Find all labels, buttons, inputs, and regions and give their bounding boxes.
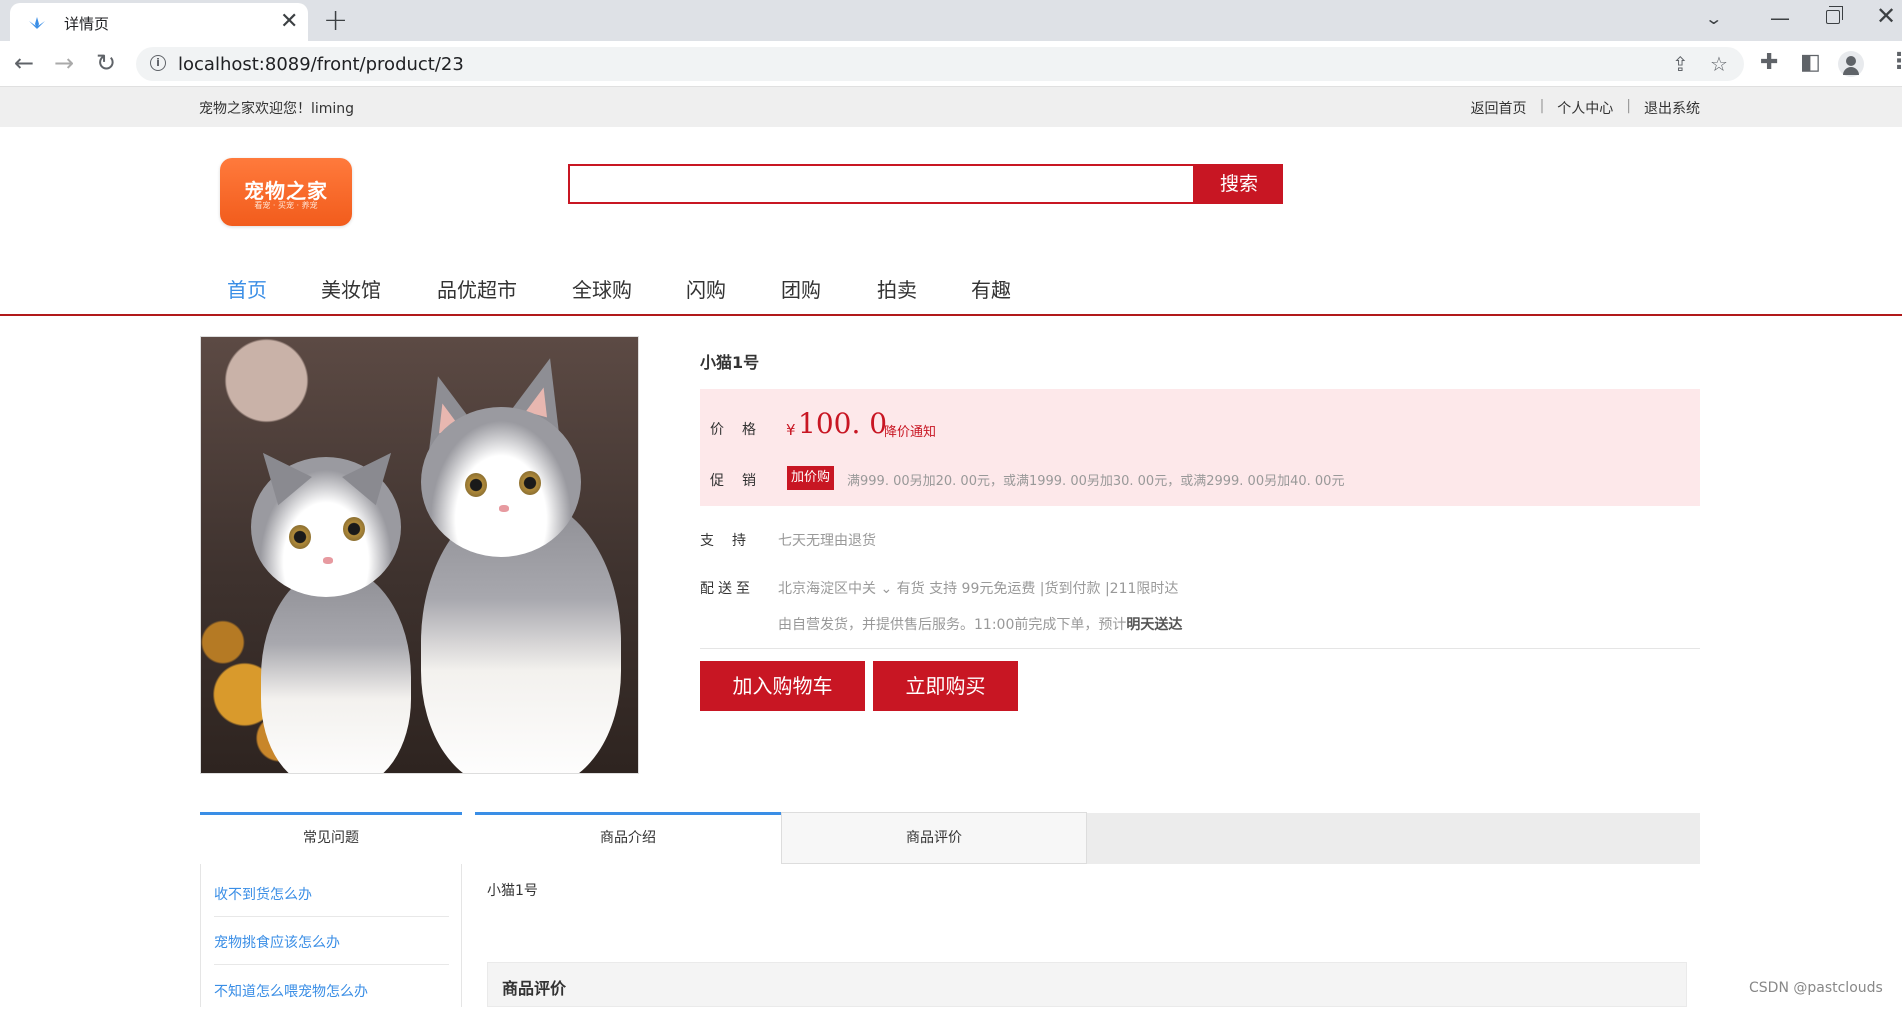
bookmark-star-icon[interactable]: ☆ <box>1710 52 1728 76</box>
new-tab-button[interactable]: + <box>323 4 348 38</box>
tab-title: 详情页 <box>64 15 110 33</box>
product-intro-text: 小猫1号 <box>487 883 538 899</box>
separator: | <box>1626 98 1631 114</box>
nav-item-home[interactable]: 首页 <box>227 274 267 303</box>
promo-tag: 加价购 <box>787 466 835 490</box>
support-label: 支持 <box>700 533 764 549</box>
site-topbar: 宠物之家欢迎您！liming 返回首页 | 个人中心 | 退出系统 <box>0 87 1902 127</box>
welcome-text: 宠物之家欢迎您！liming <box>199 101 355 117</box>
site-logo[interactable]: 宠物之家 看宠 · 买宠 · 养宠 <box>220 158 352 226</box>
forward-arrow-icon[interactable]: → <box>54 49 74 77</box>
site-favicon-icon <box>29 17 45 29</box>
faq-item[interactable]: 不知道怎么喂宠物怎么办 <box>214 981 449 1013</box>
add-to-cart-button[interactable]: 加入购物车 <box>700 661 865 711</box>
support-value: 七天无理由退货 <box>778 533 876 549</box>
browser-menu-icon[interactable]: ⋮ <box>1888 49 1902 74</box>
promo-label: 促销 <box>710 473 774 489</box>
logo-subtext: 看宠 · 买宠 · 养宠 <box>254 201 318 210</box>
nav-item-auction[interactable]: 拍卖 <box>877 274 917 303</box>
promo-text: 满999. 00另加20. 00元，或满1999. 00另加30. 00元，或满… <box>847 474 1345 489</box>
delivery-note-highlight: 明天送达 <box>1126 617 1183 633</box>
browser-tab[interactable]: 详情页 ✕ <box>10 3 308 41</box>
currency-symbol: ¥ <box>786 421 796 439</box>
search-input[interactable] <box>568 164 1195 204</box>
search-button[interactable]: 搜索 <box>1195 164 1283 204</box>
close-window-button[interactable]: ✕ <box>1876 2 1896 30</box>
price-label: 价格 <box>710 422 774 438</box>
faq-item[interactable]: 宠物挑食应该怎么办 <box>214 932 449 965</box>
tab-search-chevron-icon[interactable]: ⌄ <box>1704 9 1723 28</box>
product-price: 100. 0 <box>798 407 888 440</box>
minimize-button[interactable]: — <box>1770 6 1790 30</box>
tab-close-icon[interactable]: ✕ <box>280 9 298 35</box>
nav-item-supermarket[interactable]: 品优超市 <box>437 274 517 303</box>
browser-toolbar: ← → ↻ i localhost:8089/front/product/23 … <box>0 41 1902 87</box>
delivery-note: 由自营发货，并提供售后服务。11:00前完成下单，预计明天送达 <box>778 614 1182 634</box>
reviews-title: 商品评价 <box>502 979 567 998</box>
link-logout[interactable]: 退出系统 <box>1644 98 1700 118</box>
deliver-location-select[interactable]: 北京海淀区中关 ⌄ 有货 支持 99元免运费 |货到付款 |211限时达 <box>778 578 1178 598</box>
profile-avatar-icon[interactable] <box>1838 51 1864 77</box>
link-home[interactable]: 返回首页 <box>1471 98 1527 118</box>
tab-product-intro[interactable]: 商品介绍 <box>475 812 781 864</box>
extensions-puzzle-icon[interactable]: ✚ <box>1760 50 1778 75</box>
delivery-note-text: 由自营发货，并提供售后服务。11:00前完成下单，预计 <box>778 617 1127 633</box>
buy-now-button[interactable]: 立即购买 <box>873 661 1018 711</box>
divider <box>700 648 1700 649</box>
reviews-section-header: 商品评价 <box>487 962 1687 1007</box>
reload-icon[interactable]: ↻ <box>96 49 116 77</box>
nav-item-fun[interactable]: 有趣 <box>971 274 1011 303</box>
link-user-center[interactable]: 个人中心 <box>1557 98 1613 118</box>
nav-item-global[interactable]: 全球购 <box>572 274 632 303</box>
top-links: 返回首页 | 个人中心 | 退出系统 <box>1471 98 1700 118</box>
main-nav: 首页 美妆馆 品优超市 全球购 闪购 团购 拍卖 有趣 <box>0 268 1902 316</box>
share-icon[interactable]: ⇪ <box>1672 52 1689 76</box>
faq-title: 常见问题 <box>200 812 462 864</box>
deliver-label: 配送至 <box>700 581 754 597</box>
browser-tabstrip: 详情页 ✕ + ⌄ — ✕ <box>0 0 1902 41</box>
url-text[interactable]: localhost:8089/front/product/23 <box>178 54 464 75</box>
faq-item[interactable]: 收不到货怎么办 <box>214 884 449 917</box>
watermark: CSDN @pastclouds <box>1749 980 1883 996</box>
separator: | <box>1539 98 1545 114</box>
product-title: 小猫1号 <box>700 353 760 372</box>
price-drop-notice-link[interactable]: 降价通知 <box>884 421 936 440</box>
nav-item-beauty[interactable]: 美妆馆 <box>321 274 381 303</box>
site-info-icon[interactable]: i <box>150 55 166 71</box>
back-arrow-icon[interactable]: ← <box>14 49 34 77</box>
nav-item-group[interactable]: 团购 <box>781 274 821 303</box>
address-bar[interactable]: i localhost:8089/front/product/23 ⇪ ☆ <box>136 47 1744 81</box>
side-panel-icon[interactable]: ◧ <box>1800 50 1821 75</box>
price-box: 价格 ¥ 100. 0 降价通知 促销 加价购 满999. 00另加20. 00… <box>700 389 1700 506</box>
nav-item-flash[interactable]: 闪购 <box>686 274 726 303</box>
product-image[interactable] <box>200 336 639 774</box>
faq-list: 收不到货怎么办 宠物挑食应该怎么办 不知道怎么喂宠物怎么办 <box>200 864 462 1007</box>
tab-product-reviews[interactable]: 商品评价 <box>781 812 1087 864</box>
restore-button[interactable] <box>1826 6 1843 24</box>
